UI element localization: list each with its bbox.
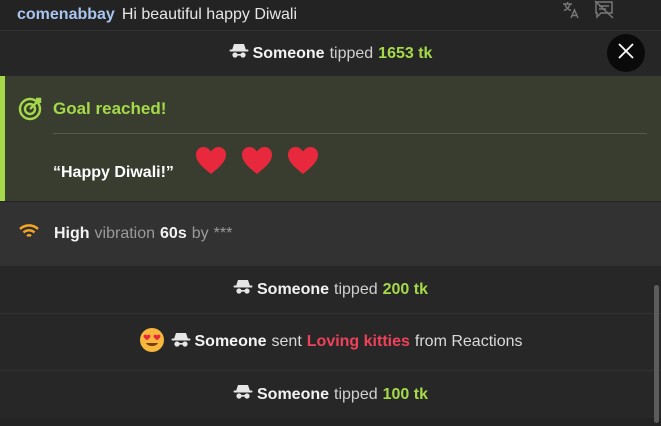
- tip-verb: tipped: [329, 44, 374, 62]
- goal-reached-panel: Goal reached! “Happy Diwali!”: [0, 76, 661, 201]
- heart-eyes-emoji: [139, 327, 165, 358]
- tip-verb: tipped: [334, 385, 378, 403]
- chat-off-icon[interactable]: [593, 0, 615, 25]
- heart-emoji: [287, 146, 319, 181]
- tipper-name: Someone: [257, 385, 330, 403]
- chat-scrollbar[interactable]: [654, 285, 659, 423]
- vibration-level: High: [54, 224, 90, 242]
- goal-hearts: [195, 146, 319, 181]
- anonymous-spy-icon: [171, 332, 191, 353]
- goal-title: Goal reached!: [53, 99, 167, 118]
- goal-message: “Happy Diwali!”: [53, 164, 174, 181]
- tip-amount: 100 tk: [382, 385, 428, 403]
- tip-event: Someone tipped 200 tk: [0, 265, 661, 313]
- reaction-sender: Someone: [194, 333, 267, 350]
- message-tools: [561, 0, 615, 22]
- heart-emoji: [195, 146, 227, 181]
- anonymous-spy-icon: [229, 43, 249, 64]
- reaction-item: Loving kitties: [306, 333, 410, 350]
- anonymous-spy-icon: [233, 384, 253, 405]
- tip-event: Someone tipped 1653 tk: [0, 30, 661, 76]
- tip-amount: 200 tk: [382, 280, 428, 298]
- reaction-verb: sent: [271, 333, 302, 350]
- tip-verb: tipped: [334, 280, 378, 298]
- vibration-by: by: [191, 224, 209, 242]
- vibration-event: High vibration 60s by ***: [0, 202, 661, 265]
- tipper-name: Someone: [257, 280, 330, 298]
- tip-amount: 1653 tk: [378, 44, 433, 62]
- close-icon: [617, 42, 635, 65]
- vibration-duration: 60s: [160, 224, 187, 242]
- anonymous-spy-icon: [233, 279, 253, 300]
- goal-divider: [53, 133, 647, 134]
- chat-message: comenabbay Hi beautiful happy Diwali: [0, 0, 661, 30]
- chat-username[interactable]: comenabbay: [17, 6, 115, 24]
- tip-event: Someone tipped 100 tk: [0, 370, 661, 418]
- target-icon: [17, 96, 43, 127]
- heart-emoji: [241, 146, 273, 181]
- reaction-event: Someone sent Loving kitties from Reactio…: [0, 313, 661, 370]
- translate-icon[interactable]: [561, 0, 581, 25]
- vibration-wave-icon: [18, 222, 40, 245]
- chat-message-text: Hi beautiful happy Diwali: [121, 6, 298, 23]
- tipper-name: Someone: [252, 44, 325, 62]
- close-button[interactable]: [607, 34, 645, 72]
- reaction-source: from Reactions: [414, 333, 523, 350]
- vibration-label: vibration: [94, 224, 156, 242]
- vibration-user: ***: [213, 224, 233, 242]
